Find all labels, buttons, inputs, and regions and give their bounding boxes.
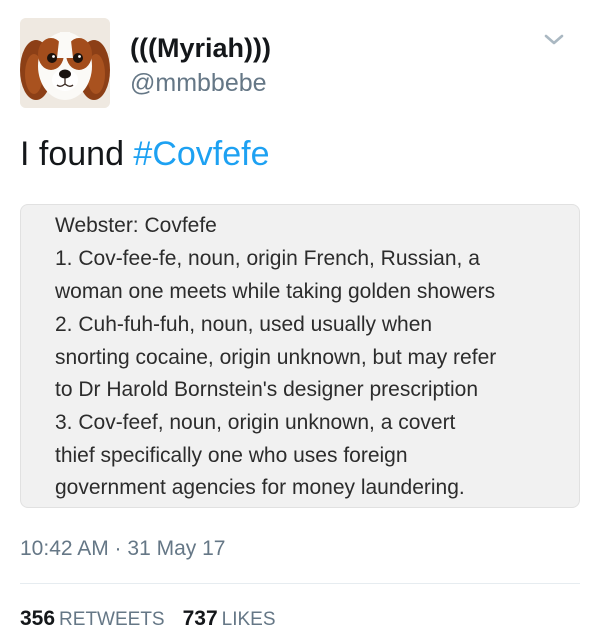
retweets-label: RETWEETS [59, 609, 165, 630]
image-text-line: thief specifically one who uses foreign [55, 444, 408, 467]
user-names: (((Myriah))) @mmbbebe [130, 32, 271, 98]
image-text-line: 3. Cov-feef, noun, origin unknown, a cov… [55, 411, 456, 434]
user-handle[interactable]: @mmbbebe [130, 68, 271, 98]
chevron-down-icon[interactable] [542, 32, 566, 48]
likes-label: LIKES [221, 609, 276, 630]
image-text-line: 1. Cov-fee-fe, noun, origin French, Russ… [55, 247, 480, 270]
image-text-line: snorting cocaine, origin unknown, but ma… [55, 346, 497, 369]
divider [20, 583, 580, 584]
tweet-text-body: I found [20, 135, 134, 173]
image-text-line: 2. Cuh-fuh-fuh, noun, used usually when [55, 313, 433, 336]
display-name[interactable]: (((Myriah))) [130, 32, 271, 64]
likes-count: 737 [182, 607, 218, 630]
image-text-line: Webster: Covfefe [55, 214, 217, 237]
tweet-timestamp[interactable]: 10:42 AM · 31 May 17 [20, 536, 225, 562]
retweets-count: 356 [20, 607, 56, 630]
retweets-stat[interactable]: 356 RETWEETS [20, 606, 165, 633]
tweet: (((Myriah))) @mmbbebe I found #Covfefe W… [0, 0, 600, 644]
attached-image[interactable]: Webster: Covfefe 1. Cov-fee-fe, noun, or… [20, 204, 580, 508]
hashtag-link[interactable]: #Covfefe [133, 135, 269, 173]
tweet-header: (((Myriah))) @mmbbebe [20, 18, 580, 108]
image-text-line: government agencies for money laundering… [55, 476, 465, 499]
avatar[interactable] [20, 18, 110, 108]
tweet-stats: 356 RETWEETS 737 LIKES [20, 606, 276, 633]
likes-stat[interactable]: 737 LIKES [183, 606, 276, 633]
tweet-text: I found #Covfefe [20, 132, 270, 176]
image-text-line: to Dr Harold Bornstein's designer prescr… [55, 378, 479, 401]
image-text-line: woman one meets while taking golden show… [55, 280, 496, 303]
